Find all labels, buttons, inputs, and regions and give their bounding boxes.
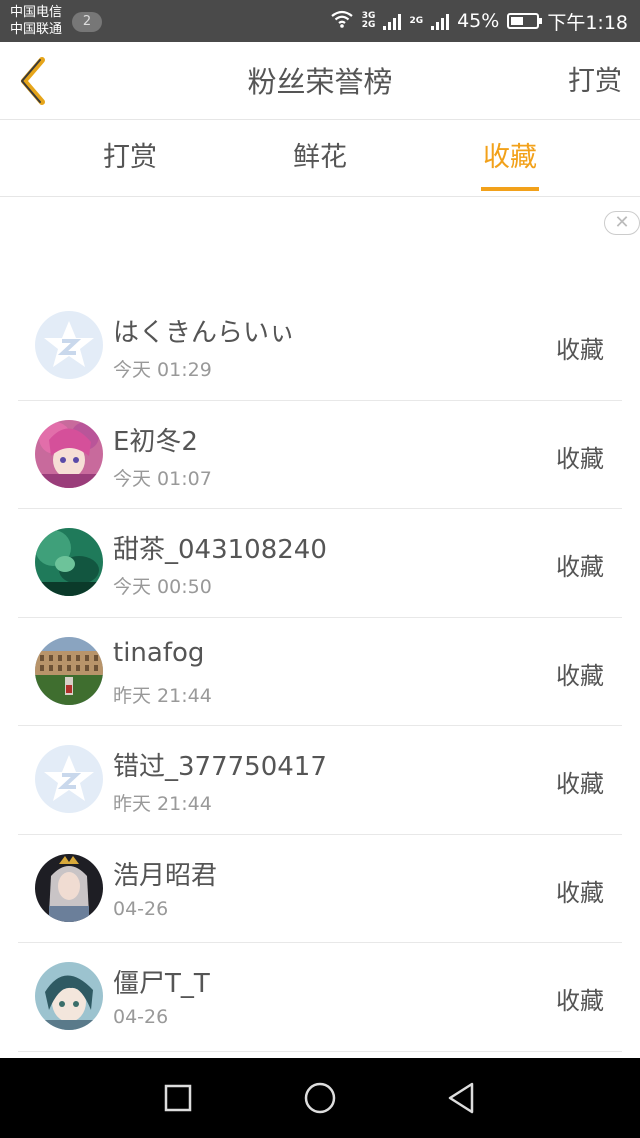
battery-icon xyxy=(507,13,543,29)
list-item[interactable]: 僵尸T_T 04-26 收藏 xyxy=(18,943,622,1052)
action-label: 收藏 xyxy=(556,878,604,907)
anime-girl-icon xyxy=(35,419,103,488)
user-name: 浩月昭君 xyxy=(113,860,218,891)
circle-icon xyxy=(304,1082,336,1114)
network-type-label-2: 2G xyxy=(409,15,424,26)
user-name: E初冬2 xyxy=(113,426,198,457)
timestamp: 昨天 21:44 xyxy=(113,684,212,707)
action-label: 收藏 xyxy=(556,553,604,581)
tab-reward[interactable]: 打赏 xyxy=(70,121,190,197)
tab-bar: 打赏 鲜花 收藏 xyxy=(0,121,640,197)
list-item[interactable]: 浩月昭君 04-26 收藏 xyxy=(18,835,622,943)
triangle-back-icon xyxy=(448,1082,474,1114)
square-icon xyxy=(164,1084,192,1112)
user-name: 甜茶_043108240 xyxy=(113,535,327,565)
fan-list: はくきんらいぃ 今天 01:29 收藏 E初冬2 今天 01:07 收藏 甜茶_… xyxy=(0,292,640,1052)
signal-icon-2 xyxy=(431,12,450,30)
status-indicators: 3G 2G 2G 45% 下午1:18 xyxy=(330,0,628,42)
action-label: 收藏 xyxy=(556,987,604,1015)
clock: 下午1:18 xyxy=(547,11,628,34)
timestamp: 今天 00:50 xyxy=(113,576,212,598)
timestamp: 04-26 xyxy=(113,1006,169,1028)
list-item[interactable]: tinafog 昨天 21:44 收藏 xyxy=(18,618,622,726)
qq-star-icon xyxy=(35,311,103,379)
battery-percent: 45% xyxy=(457,10,500,32)
list-item[interactable]: はくきんらいぃ 今天 01:29 收藏 xyxy=(18,292,622,401)
carrier-1: 中国电信 xyxy=(10,5,63,20)
avatar[interactable] xyxy=(35,636,103,705)
action-label: 收藏 xyxy=(556,336,604,364)
action-label: 收藏 xyxy=(556,770,604,798)
home-button[interactable] xyxy=(300,1078,340,1118)
avatar[interactable] xyxy=(35,311,103,379)
wifi-icon xyxy=(330,10,354,33)
active-tab-indicator xyxy=(481,187,539,191)
avatar[interactable] xyxy=(35,528,103,596)
user-name: 错过_377750417 xyxy=(113,752,327,782)
tab-favorites[interactable]: 收藏 xyxy=(450,121,570,197)
action-label: 收藏 xyxy=(556,444,604,473)
list-item[interactable]: 甜茶_043108240 今天 00:50 收藏 xyxy=(18,509,622,618)
timestamp: 今天 01:07 xyxy=(113,467,212,490)
status-bar: 中国电信 中国联通 2 3G 2G 2G 45% 下午1:18 xyxy=(0,0,640,42)
avatar[interactable] xyxy=(35,962,103,1030)
recent-apps-button[interactable] xyxy=(158,1078,198,1118)
list-item[interactable]: 错过_377750417 昨天 21:44 收藏 xyxy=(18,726,622,835)
page-title: 粉丝荣誉榜 xyxy=(247,65,393,99)
reward-button[interactable]: 打赏 xyxy=(568,42,622,122)
close-icon: ✕ xyxy=(614,212,630,233)
close-button[interactable]: ✕ xyxy=(604,211,640,235)
user-name: tinafog xyxy=(113,637,205,668)
avatar[interactable] xyxy=(35,853,103,922)
user-name: はくきんらいぃ xyxy=(113,318,296,348)
timestamp: 今天 01:29 xyxy=(113,359,212,381)
game-character-icon xyxy=(35,853,103,922)
carrier-names: 中国电信 中国联通 xyxy=(10,4,62,38)
tab-label: 鲜花 xyxy=(293,142,347,173)
header: 粉丝荣誉榜 打赏 xyxy=(0,42,640,120)
notification-badge: 2 xyxy=(72,12,102,32)
user-name: 僵尸T_T xyxy=(113,969,210,999)
tab-label: 打赏 xyxy=(103,142,157,173)
building-photo-icon xyxy=(35,636,103,705)
signal-icon xyxy=(383,12,402,30)
avatar[interactable] xyxy=(35,745,103,813)
tab-flowers[interactable]: 鲜花 xyxy=(260,121,380,197)
qq-star-icon xyxy=(35,745,103,813)
system-nav-bar xyxy=(0,1058,640,1138)
list-item[interactable]: E初冬2 今天 01:07 收藏 xyxy=(18,401,622,509)
timestamp: 昨天 21:44 xyxy=(113,793,212,815)
tab-label: 收藏 xyxy=(483,142,537,173)
green-photo-icon xyxy=(35,528,103,596)
timestamp: 04-26 xyxy=(113,897,169,920)
action-label: 收藏 xyxy=(556,661,604,690)
carrier-2: 中国联通 xyxy=(10,22,63,37)
back-nav-button[interactable] xyxy=(442,1078,482,1118)
anime-boy-icon xyxy=(35,962,103,1030)
network-type-label: 3G 2G xyxy=(361,11,376,30)
avatar[interactable] xyxy=(35,419,103,488)
